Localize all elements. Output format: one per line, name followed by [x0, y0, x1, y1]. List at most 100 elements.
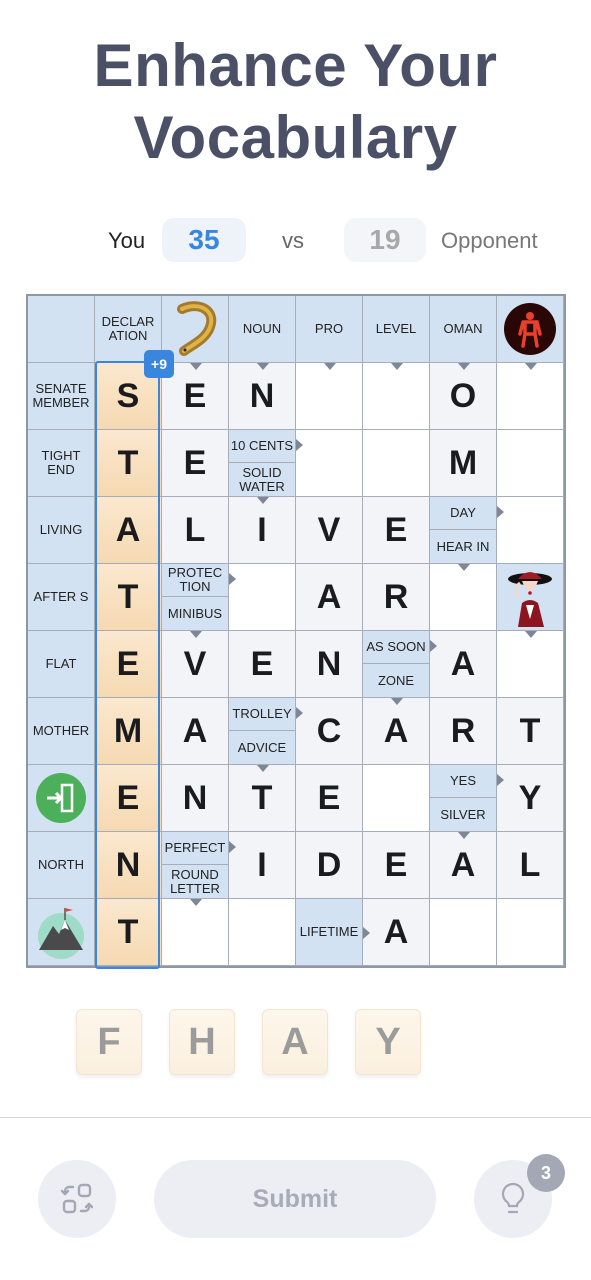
letter-cell[interactable]: E [363, 497, 430, 564]
letter-cell[interactable]: N [229, 363, 296, 430]
cell-letter: A [115, 510, 141, 549]
clue-cell: NORTH [28, 832, 95, 899]
empty-cell[interactable] [363, 765, 430, 832]
empty-cell[interactable] [430, 899, 497, 966]
letter-cell[interactable]: E [363, 832, 430, 899]
empty-cell[interactable] [497, 497, 564, 564]
empty-cell[interactable] [363, 363, 430, 430]
placed-tile-cell[interactable]: T [95, 430, 162, 497]
divider [0, 1117, 591, 1118]
letter-cell[interactable]: E [229, 631, 296, 698]
clue-bottom: HEAR IN [436, 538, 490, 554]
clue-cell: LIVING [28, 497, 95, 564]
cell-letter: T [519, 711, 541, 750]
cell-letter: C [316, 711, 342, 750]
cell-letter: M [113, 711, 143, 750]
cell-letter: R [450, 711, 476, 750]
cell-letter: V [183, 644, 207, 683]
letter-cell[interactable]: A [296, 564, 363, 631]
rack-tile[interactable]: F [76, 1009, 142, 1075]
cell-letter: I [257, 510, 267, 549]
empty-cell[interactable] [430, 564, 497, 631]
clue-text: MOTHER [32, 723, 90, 738]
lightbulb-icon [501, 1182, 525, 1214]
placed-tile-cell[interactable]: E [95, 631, 162, 698]
cell-letter: V [317, 510, 341, 549]
empty-cell[interactable] [229, 564, 296, 631]
placed-tile-cell[interactable]: M [95, 698, 162, 765]
rack-tile[interactable]: H [169, 1009, 235, 1075]
clue-cell: AFTER S [28, 564, 95, 631]
letter-cell[interactable]: N [296, 631, 363, 698]
cell-letter: R [383, 577, 409, 616]
letter-cell[interactable]: L [497, 832, 564, 899]
letter-cell[interactable]: A [430, 832, 497, 899]
letter-cell[interactable]: N [162, 765, 229, 832]
clue-top: AS SOON [363, 631, 429, 664]
arrow-down-icon [524, 363, 537, 370]
clue-text: LIVING [39, 522, 83, 537]
empty-cell[interactable] [497, 430, 564, 497]
arrow-down-icon [524, 631, 537, 638]
letter-cell[interactable]: A [162, 698, 229, 765]
cell-letter: E [116, 778, 140, 817]
letter-cell[interactable]: A [430, 631, 497, 698]
letter-cell[interactable]: T [229, 765, 296, 832]
letter-cell[interactable]: V [162, 631, 229, 698]
word-bonus-badge: +9 [144, 350, 174, 378]
empty-cell[interactable] [363, 430, 430, 497]
letter-cell[interactable]: T [497, 698, 564, 765]
shuffle-button[interactable] [38, 1160, 116, 1238]
red-pedestrian-light-icon [497, 296, 563, 362]
placed-tile-cell[interactable]: T [95, 564, 162, 631]
placed-tile-cell[interactable]: A [95, 497, 162, 564]
letter-cell[interactable]: E [162, 430, 229, 497]
empty-cell[interactable] [162, 899, 229, 966]
letter-rack: FHAY [0, 1009, 591, 1077]
letter-cell[interactable]: V [296, 497, 363, 564]
letter-cell[interactable]: L [162, 497, 229, 564]
cell-letter: E [183, 443, 207, 482]
cell-letter: N [249, 376, 275, 415]
letter-cell[interactable]: I [229, 832, 296, 899]
cell-letter: Y [518, 778, 542, 817]
cell-letter: T [117, 912, 139, 951]
letter-cell[interactable]: O [430, 363, 497, 430]
clue-cell: OMAN [430, 296, 497, 363]
empty-cell[interactable] [296, 363, 363, 430]
cell-letter: A [383, 912, 409, 951]
letter-cell[interactable]: D [296, 832, 363, 899]
empty-cell[interactable] [497, 631, 564, 698]
letter-cell[interactable]: A [363, 899, 430, 966]
cell-letter: N [182, 778, 208, 817]
rack-tile[interactable]: A [262, 1009, 328, 1075]
empty-cell[interactable] [497, 363, 564, 430]
letter-cell[interactable]: C [296, 698, 363, 765]
letter-cell[interactable]: A [363, 698, 430, 765]
shuffle-icon [60, 1183, 94, 1214]
clue-text: TIGHT END [41, 448, 81, 477]
placed-tile-cell[interactable]: E [95, 765, 162, 832]
you-score: 35 [162, 218, 246, 262]
clue-cell: MOTHER [28, 698, 95, 765]
letter-cell[interactable]: E [296, 765, 363, 832]
you-label: You [108, 228, 146, 253]
placed-tile-cell[interactable]: T [95, 899, 162, 966]
letter-cell[interactable]: R [363, 564, 430, 631]
placed-tile-cell[interactable]: N [95, 832, 162, 899]
submit-button[interactable]: Submit [154, 1160, 436, 1238]
empty-cell[interactable] [497, 899, 564, 966]
clue-top: TROLLEY [229, 698, 295, 731]
clue-text: PRO [314, 321, 344, 336]
letter-cell[interactable]: R [430, 698, 497, 765]
empty-cell[interactable] [296, 430, 363, 497]
letter-cell[interactable]: Y [497, 765, 564, 832]
letter-cell[interactable]: M [430, 430, 497, 497]
letter-cell[interactable]: I [229, 497, 296, 564]
cell-letter: A [383, 711, 409, 750]
clue-text: SENATE MEMBER [32, 381, 90, 410]
rack-tile[interactable]: Y [355, 1009, 421, 1075]
page-title: Enhance Your Vocabulary [93, 32, 498, 171]
empty-cell[interactable] [229, 899, 296, 966]
clue-cell: PRO [296, 296, 363, 363]
